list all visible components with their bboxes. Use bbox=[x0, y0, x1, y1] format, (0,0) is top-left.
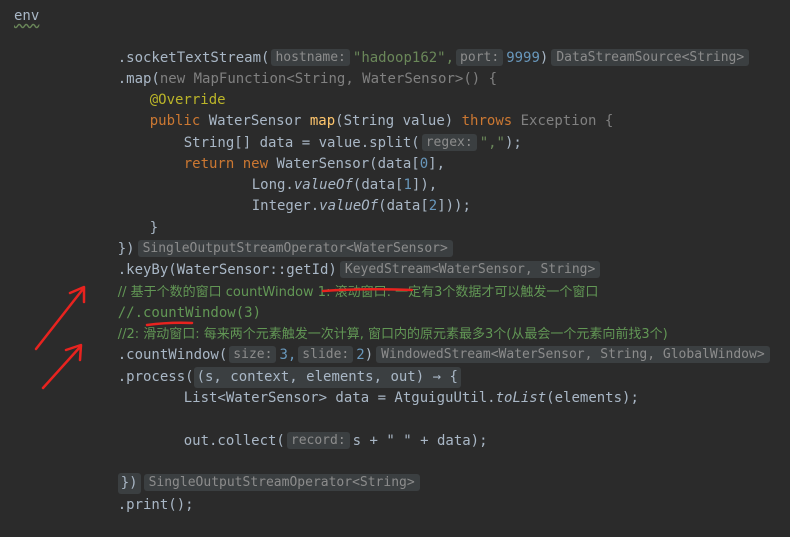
code-line-11[interactable]: .keyBy(WaterSensor::getId) KeyedStream<Wa… bbox=[84, 239, 601, 278]
code-line-7[interactable]: Long.valueOf(data[1]), bbox=[218, 154, 437, 193]
arrow-head bbox=[68, 285, 86, 304]
param-hint-record: record: bbox=[286, 432, 350, 449]
number-literal: 2 bbox=[428, 198, 438, 214]
code-token: .print(); bbox=[117, 497, 194, 513]
arrow-icon bbox=[41, 345, 82, 390]
code-token: (elements); bbox=[546, 390, 639, 406]
code-line-16[interactable]: .process((s, context, elements, out) → { bbox=[84, 346, 461, 388]
code-token: List<WaterSensor> data = AtguiguUtil. bbox=[183, 390, 496, 406]
code-line-19[interactable]: }) SingleOutputStreamOperator<String> bbox=[84, 452, 420, 494]
method-name: valueOf bbox=[319, 198, 379, 214]
code-line-15[interactable]: .countWindow(size: 3, slide: 2) WindowedStre… bbox=[84, 324, 770, 363]
code-line-20[interactable]: .print(); bbox=[84, 474, 194, 513]
code-line-10[interactable]: }) SingleOutputStreamOperator<WaterSensor… bbox=[84, 218, 453, 257]
variable-env[interactable]: env bbox=[14, 8, 39, 24]
code-line-13[interactable]: //.countWindow(3) bbox=[84, 282, 261, 321]
string-literal: "," bbox=[479, 135, 505, 151]
code-token: Integer. bbox=[251, 198, 320, 214]
code-line-3[interactable]: @Override bbox=[116, 69, 226, 108]
type-hint: DataStreamSource<String> bbox=[551, 49, 750, 66]
code-line-9[interactable]: } bbox=[116, 197, 158, 236]
code-line-17[interactable]: List<WaterSensor> data = AtguiguUtil.toL… bbox=[150, 367, 639, 406]
code-line-12[interactable]: // 基于个数的窗口 countWindow 1: 滚动窗口: 一定有3个数据才… bbox=[84, 261, 599, 300]
code-line-14[interactable]: //2: 滑动窗口: 每来两个元素触发一次计算, 窗口内的原元素最多3个(从最会… bbox=[84, 303, 668, 342]
code-line-18[interactable]: out.collect(record: s + " " + data); bbox=[150, 410, 488, 449]
code-line-2[interactable]: .map(new MapFunction<String, WaterSensor… bbox=[84, 48, 497, 87]
number-literal: 9999 bbox=[506, 50, 540, 66]
code-token: (data[ bbox=[378, 198, 429, 214]
code-line-4[interactable]: public WaterSensor map(String value) thr… bbox=[116, 90, 614, 129]
code-token: s + " " + data); bbox=[352, 433, 488, 449]
code-token: ) bbox=[539, 50, 549, 66]
code-token: Exception { bbox=[512, 113, 614, 129]
code-line-1[interactable]: .socketTextStream(hostname: "hadoop162", p… bbox=[84, 27, 750, 66]
arrow-icon bbox=[34, 287, 85, 351]
code-line-6[interactable]: return new WaterSensor(data[0], bbox=[150, 133, 445, 172]
code-token: ); bbox=[505, 135, 522, 151]
code-token: out.collect( bbox=[183, 433, 285, 449]
code-token: ])); bbox=[437, 198, 471, 214]
method-name: toList bbox=[495, 390, 547, 406]
code-token: MapFunction<String, WaterSensor>() { bbox=[185, 71, 498, 87]
code-editor[interactable]: env .socketTextStream(hostname: "hadoop16… bbox=[0, 0, 790, 517]
arrow-head bbox=[64, 343, 83, 362]
code-line-5[interactable]: String[] data = value.split(regex: ","); bbox=[150, 112, 522, 151]
code-line-8[interactable]: Integer.valueOf(data[2])); bbox=[218, 175, 471, 214]
